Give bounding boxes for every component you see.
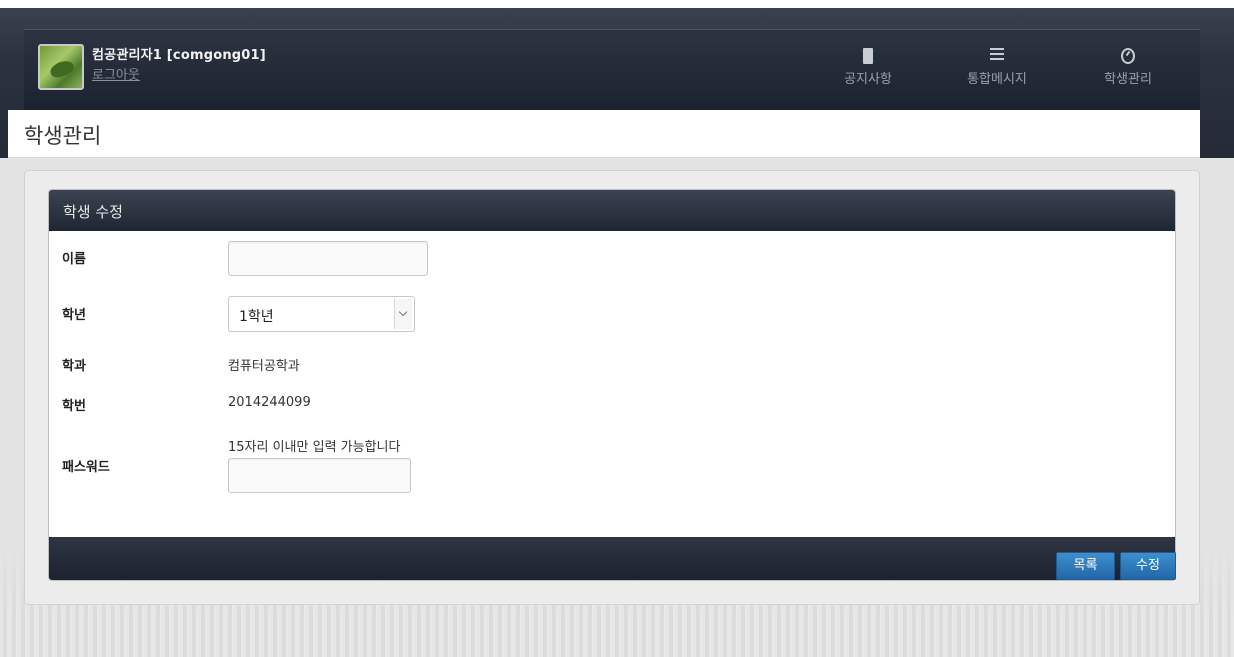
- grade-select[interactable]: 1학년: [228, 296, 415, 332]
- nav-item-label: 공지사항: [844, 72, 892, 87]
- student-id-label: 학번: [62, 399, 86, 414]
- name-input[interactable]: [228, 241, 428, 276]
- nav-item-label: 통합메시지: [967, 72, 1027, 87]
- list-button[interactable]: 목록: [1056, 552, 1115, 580]
- grade-selected-value: 1학년: [239, 309, 274, 325]
- nav-item-student-management[interactable]: 학생관리: [1083, 48, 1173, 87]
- notice-icon: [863, 48, 873, 64]
- nav-item-notice[interactable]: 공지사항: [823, 48, 913, 87]
- edit-button[interactable]: 수정: [1120, 552, 1176, 580]
- form-header: 학생 수정: [49, 190, 1175, 231]
- department-value: 컴퓨터공학과: [228, 359, 300, 374]
- top-white-strip: [0, 0, 1234, 8]
- chevron-down-icon: [394, 299, 412, 329]
- avatar: [38, 44, 84, 90]
- grade-label: 학년: [62, 308, 86, 323]
- title-bar: 학생관리: [8, 110, 1200, 158]
- logout-link[interactable]: 로그아웃: [92, 64, 140, 83]
- nav-item-label: 학생관리: [1104, 72, 1152, 87]
- dashboard-icon: [1121, 48, 1135, 64]
- password-input[interactable]: [228, 458, 411, 493]
- list-icon: [990, 48, 1004, 64]
- page-title: 학생관리: [24, 124, 102, 148]
- name-label: 이름: [62, 252, 86, 267]
- app-header: 컴공관리자1 [comgong01] 로그아웃 공지사항 통합메시지 학생관리: [24, 29, 1200, 110]
- nav-item-messages[interactable]: 통합메시지: [952, 48, 1042, 87]
- student-id-value: 2014244099: [228, 395, 311, 410]
- user-name: 컴공관리자1 [comgong01]: [92, 48, 266, 63]
- form-title: 학생 수정: [63, 203, 123, 221]
- department-label: 학과: [62, 359, 86, 374]
- password-label: 패스워드: [62, 460, 110, 475]
- avatar-frog-image: [48, 58, 76, 80]
- student-edit-form: 학생 수정 이름 학년 1학년 학과 컴퓨터공학과 학번 2014244099 …: [48, 189, 1176, 581]
- password-hint: 15자리 이내만 입력 가능합니다: [228, 440, 401, 455]
- form-footer: [49, 537, 1175, 580]
